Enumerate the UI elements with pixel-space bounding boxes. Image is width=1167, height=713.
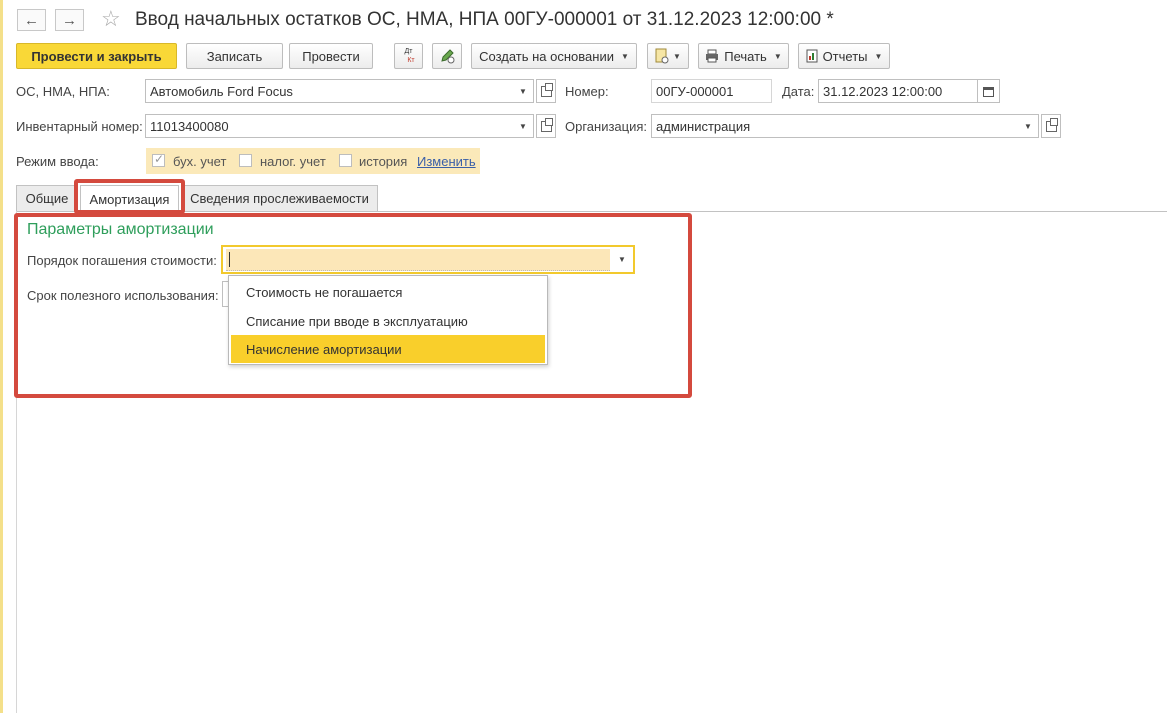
document-clip-icon xyxy=(655,48,669,64)
report-icon xyxy=(806,49,818,63)
open-form-icon xyxy=(540,82,553,97)
reports-button[interactable]: Отчеты ▼ xyxy=(798,43,890,69)
tax-accounting-checkbox[interactable] xyxy=(239,154,252,167)
repayment-order-combo[interactable]: ▼ xyxy=(221,245,635,274)
window-title: Ввод начальных остатков ОС, НМА, НПА 00Г… xyxy=(135,9,834,30)
repayment-order-dropdown-list: Стоимость не погашается Списание при вво… xyxy=(228,275,548,365)
accounting-checkbox[interactable] xyxy=(152,152,165,167)
text-caret xyxy=(229,252,230,267)
number-label: Номер: xyxy=(565,84,609,99)
chevron-down-icon: ▼ xyxy=(519,121,527,131)
post-and-close-button[interactable]: Провести и закрыть xyxy=(16,43,177,69)
calendar-icon xyxy=(983,86,994,97)
dt-kt-button[interactable]: Дт Кт xyxy=(394,43,423,69)
inventory-dropdown-button[interactable]: ▼ xyxy=(513,114,534,138)
arrow-left-icon: ← xyxy=(24,11,39,29)
tax-accounting-checkbox-label: налог. учет xyxy=(260,154,326,169)
chevron-down-icon: ▼ xyxy=(1024,121,1032,131)
tab-traceability[interactable]: Сведения прослеживаемости xyxy=(181,185,378,211)
arrow-right-icon: → xyxy=(62,11,77,29)
printer-icon xyxy=(706,49,719,63)
asset-dropdown-button[interactable]: ▼ xyxy=(513,79,534,103)
chevron-down-icon: ▼ xyxy=(673,51,681,61)
repayment-order-dropdown-button[interactable]: ▼ xyxy=(611,247,633,272)
asset-open-button[interactable] xyxy=(536,79,556,103)
dropdown-option[interactable]: Стоимость не погашается xyxy=(231,278,545,306)
favorite-star-icon[interactable]: ☆ xyxy=(101,6,121,32)
section-title: Параметры амортизации xyxy=(27,221,214,238)
edit-movements-button[interactable] xyxy=(432,43,462,69)
organization-label: Организация: xyxy=(565,119,648,134)
date-label: Дата: xyxy=(782,84,815,99)
inventory-open-button[interactable] xyxy=(536,114,556,138)
left-accent-strip xyxy=(0,0,3,713)
pencil-icon xyxy=(441,49,455,64)
repayment-order-input[interactable] xyxy=(226,249,610,271)
asset-label: ОС, НМА, НПА: xyxy=(16,84,110,99)
open-form-icon xyxy=(1045,117,1058,132)
forward-button[interactable]: → xyxy=(55,9,84,31)
accounting-checkbox-label: бух. учет xyxy=(173,154,227,169)
asset-input[interactable]: Автомобиль Ford Focus xyxy=(145,79,514,103)
tab-highlight-frame xyxy=(74,179,185,214)
organization-open-button[interactable] xyxy=(1041,114,1061,138)
chevron-down-icon: ▼ xyxy=(519,86,527,96)
organization-input[interactable]: администрация xyxy=(651,114,1019,138)
history-checkbox[interactable] xyxy=(339,154,352,167)
dt-kt-icon: Дт Кт xyxy=(404,48,415,64)
create-based-on-button[interactable]: Создать на основании ▼ xyxy=(471,43,637,69)
open-form-icon xyxy=(540,117,553,132)
attachments-button[interactable]: ▼ xyxy=(647,43,689,69)
chevron-down-icon: ▼ xyxy=(620,51,629,61)
chevron-down-icon: ▼ xyxy=(874,51,883,61)
chevron-down-icon: ▼ xyxy=(618,255,626,264)
repayment-order-label: Порядок погашения стоимости: xyxy=(27,253,217,268)
history-checkbox-label: история xyxy=(359,154,408,169)
chevron-down-icon: ▼ xyxy=(773,51,782,61)
dropdown-option-selected[interactable]: Начисление амортизации xyxy=(231,335,545,363)
calendar-button[interactable] xyxy=(977,79,1000,103)
inventory-input[interactable]: 11013400080 xyxy=(145,114,514,138)
date-input[interactable]: 31.12.2023 12:00:00 xyxy=(818,79,978,103)
change-mode-link[interactable]: Изменить xyxy=(417,154,476,169)
input-mode-label: Режим ввода: xyxy=(16,154,99,169)
inventory-label: Инвентарный номер: xyxy=(16,119,143,134)
dropdown-option[interactable]: Списание при вводе в эксплуатацию xyxy=(231,307,545,335)
tab-general[interactable]: Общие xyxy=(16,185,78,211)
post-button[interactable]: Провести xyxy=(289,43,373,69)
useful-life-label: Срок полезного использования: xyxy=(27,288,219,303)
print-button[interactable]: Печать ▼ xyxy=(698,43,789,69)
number-input[interactable]: 00ГУ-000001 xyxy=(651,79,772,103)
organization-dropdown-button[interactable]: ▼ xyxy=(1018,114,1039,138)
tab-divider xyxy=(16,211,1167,212)
save-button[interactable]: Записать xyxy=(186,43,283,69)
back-button[interactable]: ← xyxy=(17,9,46,31)
